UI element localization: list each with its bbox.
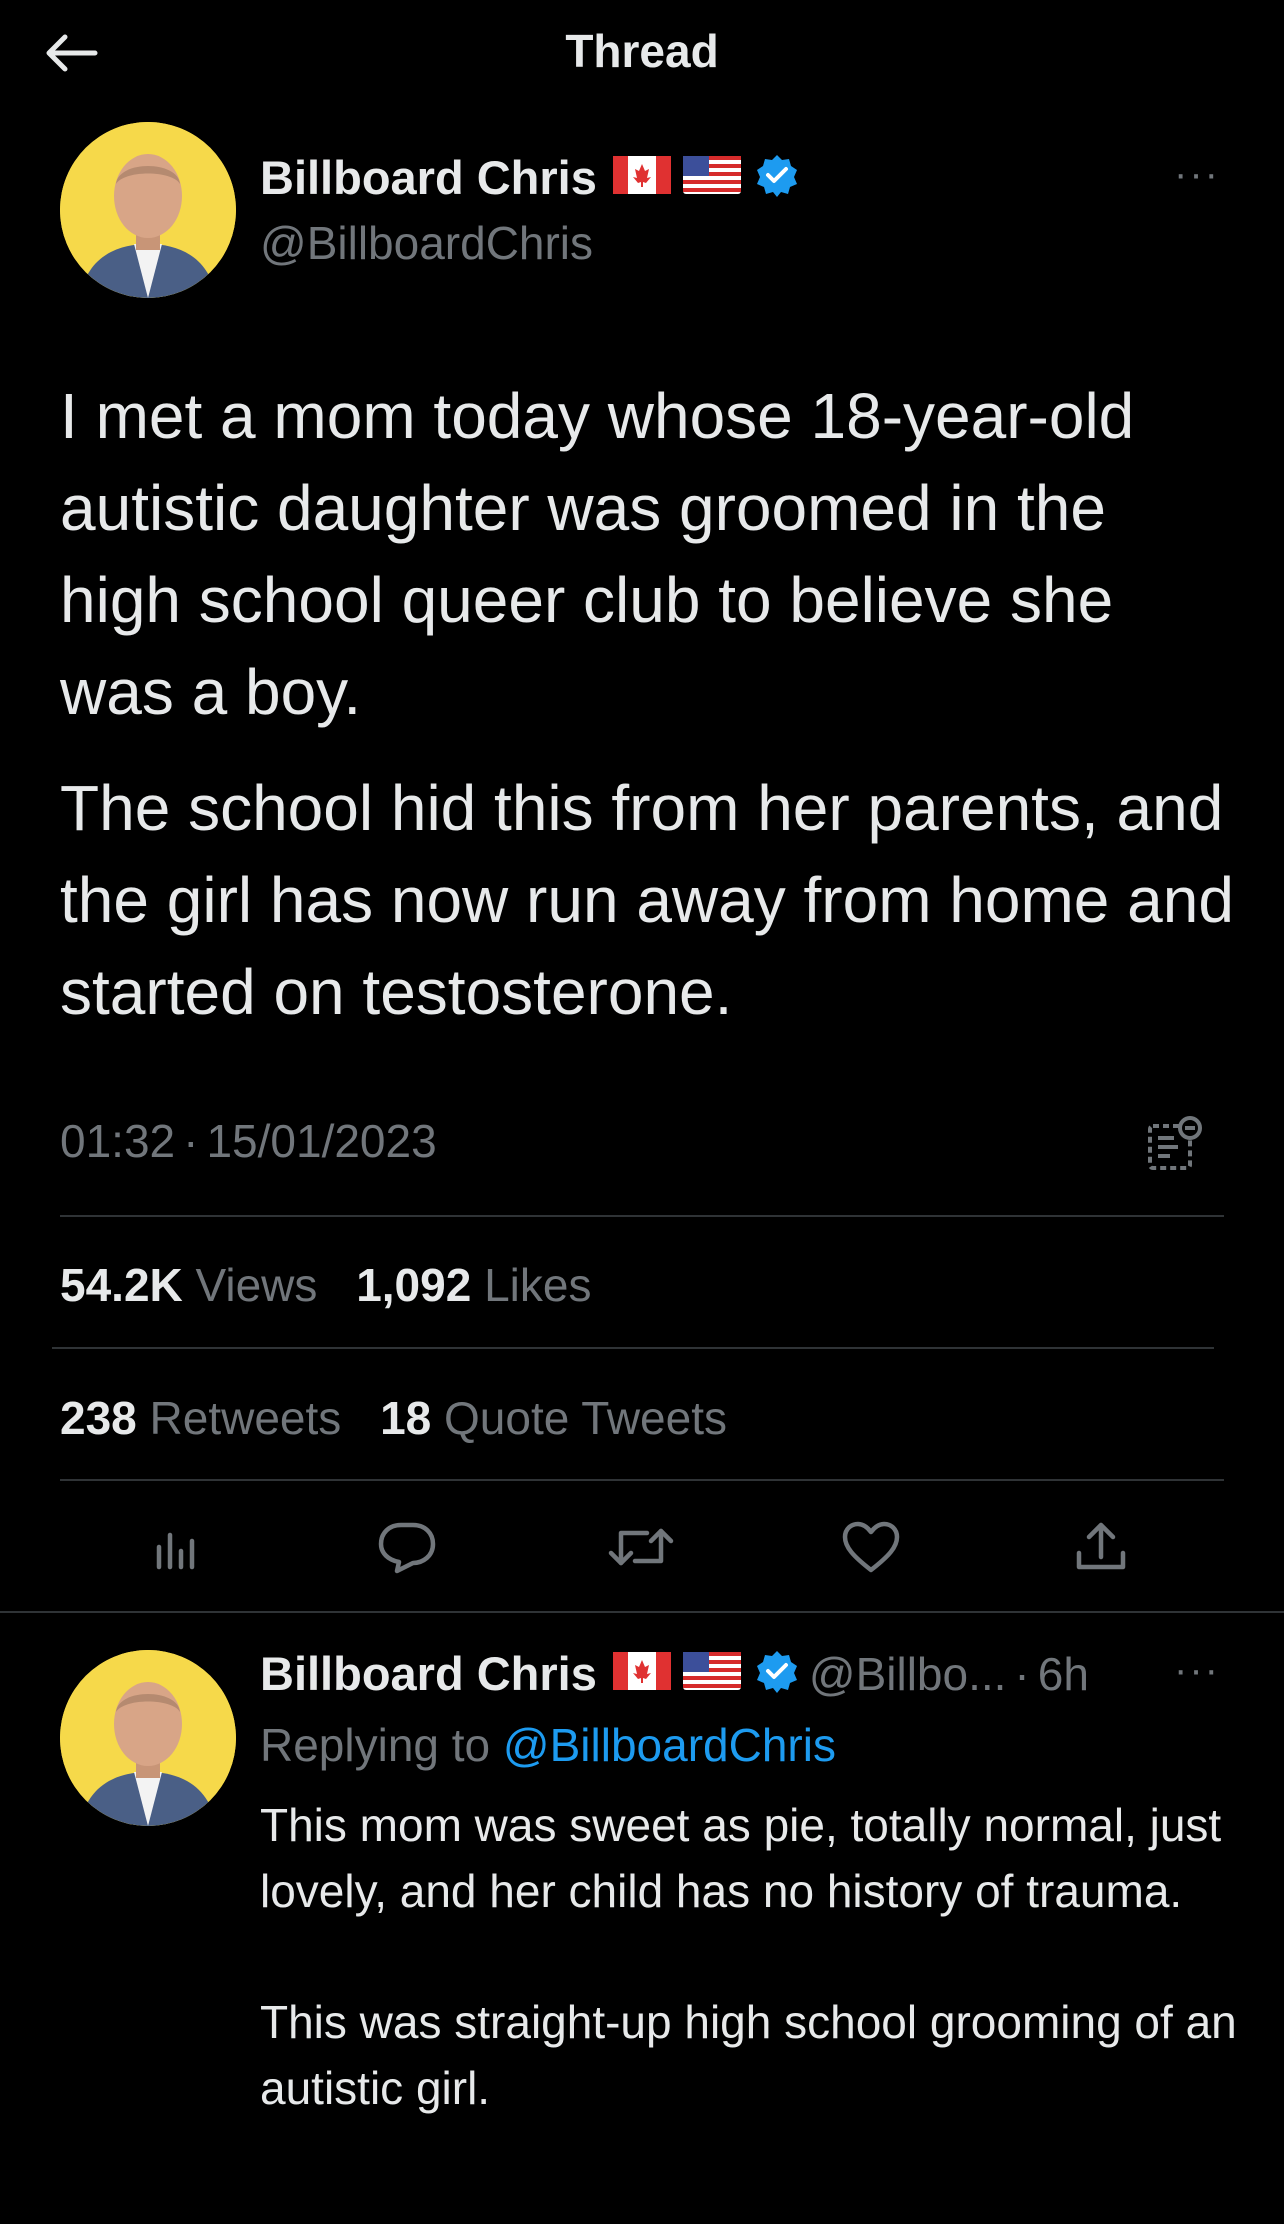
reply-author-name[interactable]: Billboard Chris: [260, 1646, 597, 1701]
views-label: Views: [195, 1259, 318, 1311]
more-options-icon[interactable]: ···: [1174, 152, 1220, 197]
separator: ·: [1014, 1647, 1030, 1700]
retweets-label: Retweets: [149, 1392, 342, 1444]
views-icon: [156, 1532, 195, 1570]
author-avatar[interactable]: [60, 122, 236, 298]
author-handle[interactable]: @BillboardChris: [260, 216, 593, 270]
quote-tweets-stat[interactable]: 18 Quote Tweets: [380, 1392, 727, 1444]
reply-icon: [378, 1522, 436, 1574]
share-button[interactable]: [1056, 1502, 1146, 1592]
like-icon: [842, 1521, 900, 1573]
canada-flag-icon: [612, 1652, 671, 1695]
reply-author-handle[interactable]: @Billbo...: [809, 1647, 1007, 1701]
reply-age[interactable]: 6h: [1038, 1647, 1089, 1701]
tweet-date: 15/01/2023: [206, 1115, 437, 1167]
views-stat[interactable]: 54.2K Views: [60, 1259, 317, 1311]
views-button[interactable]: [132, 1502, 222, 1592]
likes-count: 1,092: [356, 1259, 472, 1311]
usa-flag-icon: [682, 156, 741, 199]
tweet-timestamp[interactable]: 01:32 · 15/01/2023: [60, 1114, 437, 1168]
replying-to-mention[interactable]: @BillboardChris: [503, 1719, 836, 1771]
page-title: Thread: [565, 25, 719, 77]
canada-flag-icon: [612, 156, 671, 199]
retweets-stat[interactable]: 238 Retweets: [60, 1392, 341, 1444]
retweet-button[interactable]: [596, 1502, 686, 1592]
tweet-body: I met a mom today whose 18-year-old auti…: [60, 370, 1240, 1062]
stats-views-likes: 54.2K Views 1,092 Likes: [60, 1258, 617, 1312]
retweets-count: 238: [60, 1392, 137, 1444]
quotes-label: Quote Tweets: [444, 1392, 728, 1444]
retweet-icon: [608, 1528, 674, 1566]
divider: [60, 1479, 1224, 1481]
tweet-paragraph: I met a mom today whose 18-year-old auti…: [60, 380, 1135, 728]
replying-to: Replying to @BillboardChris: [260, 1718, 836, 1772]
separator: ·: [183, 1115, 199, 1167]
reply-paragraph: This mom was sweet as pie, totally norma…: [260, 1799, 1222, 1917]
like-button[interactable]: [826, 1502, 916, 1592]
share-icon: [1076, 1522, 1126, 1570]
divider: [0, 1611, 1284, 1613]
likes-stat[interactable]: 1,092 Likes: [356, 1259, 591, 1311]
tweet-paragraph: The school hid this from her parents, an…: [60, 772, 1234, 1028]
reply-paragraph: This was straight-up high school groomin…: [260, 1996, 1237, 2114]
divider: [60, 1215, 1224, 1217]
reply-body: This mom was sweet as pie, totally norma…: [260, 1792, 1284, 2186]
reply-author-avatar[interactable]: [60, 1650, 236, 1826]
quotes-count: 18: [380, 1392, 432, 1444]
reply-button[interactable]: [362, 1502, 452, 1592]
reply-author-row: Billboard Chris @Billbo... · 6h: [260, 1646, 1089, 1701]
author-name-row: Billboard Chris: [260, 150, 799, 205]
divider: [52, 1347, 1214, 1349]
usa-flag-icon: [682, 1652, 741, 1695]
replying-to-label: Replying to: [260, 1719, 503, 1771]
tweet-time: 01:32: [60, 1115, 176, 1167]
views-count: 54.2K: [60, 1259, 183, 1311]
more-options-icon[interactable]: ···: [1174, 1648, 1220, 1693]
verified-badge-icon: [755, 153, 799, 202]
verified-badge-icon: [755, 1649, 799, 1698]
author-name[interactable]: Billboard Chris: [260, 150, 597, 205]
likes-label: Likes: [484, 1259, 592, 1311]
stats-retweets-quotes: 238 Retweets 18 Quote Tweets: [60, 1391, 753, 1445]
tweet-analytics-icon[interactable]: [1146, 1114, 1204, 1177]
